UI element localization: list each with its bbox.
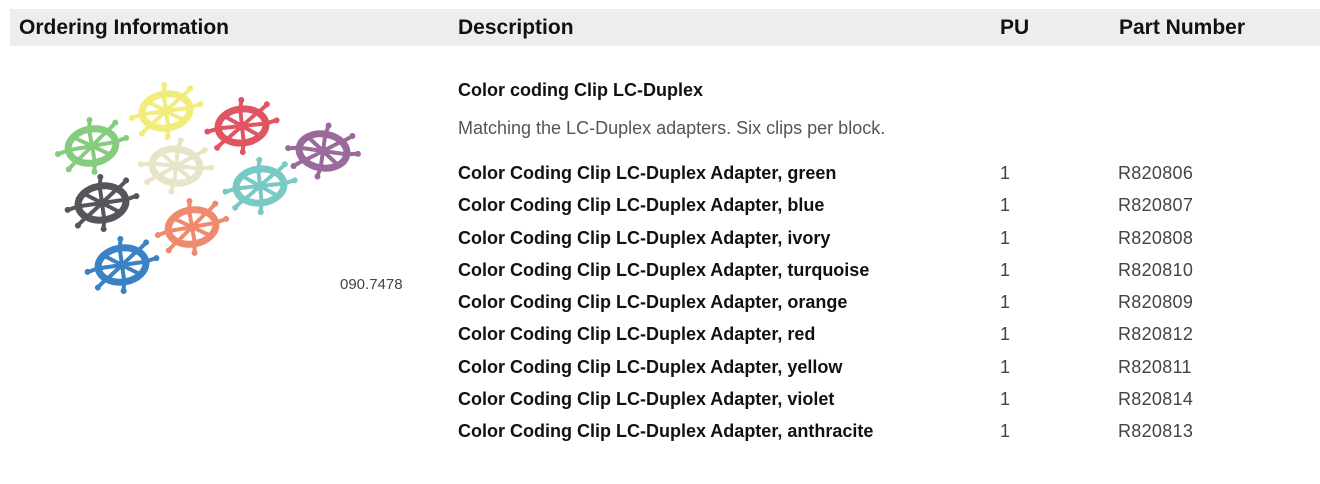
row-pu: 1 bbox=[1000, 259, 1011, 280]
row-pu: 1 bbox=[1000, 421, 1011, 442]
table-row: Color Coding Clip LC-Duplex Adapter, ant… bbox=[0, 421, 1320, 453]
row-description: Color Coding Clip LC-Duplex Adapter, gre… bbox=[458, 163, 837, 183]
row-part-number: R820813 bbox=[1118, 421, 1194, 442]
table-header: Ordering Information Description PU Part… bbox=[10, 9, 1320, 46]
yellow-clip bbox=[124, 82, 207, 145]
table-row: Color Coding Clip LC-Duplex Adapter, vio… bbox=[0, 389, 1320, 421]
row-description: Color Coding Clip LC-Duplex Adapter, blu… bbox=[458, 195, 825, 216]
description-heading: Description bbox=[458, 16, 574, 39]
row-part-number: R820807 bbox=[1118, 195, 1194, 216]
row-pu: 1 bbox=[1000, 227, 1011, 248]
row-description: Color Coding Clip LC-Duplex Adapter, ant… bbox=[458, 421, 874, 442]
row-pu: 1 bbox=[1000, 163, 1011, 183]
row-part-number: R820809 bbox=[1118, 292, 1194, 313]
row-description: Color Coding Clip LC-Duplex Adapter, red bbox=[458, 324, 816, 345]
row-part-number: R820810 bbox=[1118, 259, 1194, 280]
row-pu: 1 bbox=[1000, 324, 1011, 345]
pu-heading: PU bbox=[1000, 16, 1030, 39]
row-part-number: R820811 bbox=[1118, 356, 1192, 377]
row-part-number: R820806 bbox=[1118, 163, 1194, 183]
row-part-number: R820808 bbox=[1118, 227, 1194, 248]
row-pu: 1 bbox=[1000, 389, 1011, 410]
table-row: Color Coding Clip LC-Duplex Adapter, blu… bbox=[0, 195, 1320, 227]
table-row: Color Coding Clip LC-Duplex Adapter, ora… bbox=[0, 292, 1320, 324]
red-clip bbox=[201, 93, 283, 159]
row-description: Color Coding Clip LC-Duplex Adapter, vio… bbox=[458, 389, 835, 410]
table-row: Color Coding Clip LC-Duplex Adapter, yel… bbox=[0, 357, 1320, 389]
table-row: Color Coding Clip LC-Duplex Adapter, gre… bbox=[0, 163, 1320, 195]
row-pu: 1 bbox=[1000, 195, 1011, 216]
row-pu: 1 bbox=[1000, 292, 1011, 313]
row-description: Color Coding Clip LC-Duplex Adapter, ora… bbox=[458, 292, 848, 313]
product-group-description: Matching the LC-Duplex adapters. Six cli… bbox=[458, 118, 886, 138]
row-description: Color Coding Clip LC-Duplex Adapter, tur… bbox=[458, 259, 870, 280]
row-description: Color Coding Clip LC-Duplex Adapter, yel… bbox=[458, 356, 843, 377]
table-row: Color Coding Clip LC-Duplex Adapter, ivo… bbox=[0, 228, 1320, 260]
table-row: Color Coding Clip LC-Duplex Adapter, tur… bbox=[0, 260, 1320, 292]
row-part-number: R820812 bbox=[1118, 324, 1194, 345]
row-part-number: R820814 bbox=[1118, 389, 1194, 410]
part-number-heading: Part Number bbox=[1119, 16, 1246, 39]
table-row: Color Coding Clip LC-Duplex Adapter, red… bbox=[0, 324, 1320, 356]
row-pu: 1 bbox=[1000, 356, 1011, 377]
product-table: Color Coding Clip LC-Duplex Adapter, gre… bbox=[0, 163, 1320, 454]
row-description: Color Coding Clip LC-Duplex Adapter, ivo… bbox=[458, 227, 831, 248]
product-group-title: Color coding Clip LC-Duplex bbox=[458, 80, 703, 100]
ordering-information-heading: Ordering Information bbox=[19, 16, 229, 39]
